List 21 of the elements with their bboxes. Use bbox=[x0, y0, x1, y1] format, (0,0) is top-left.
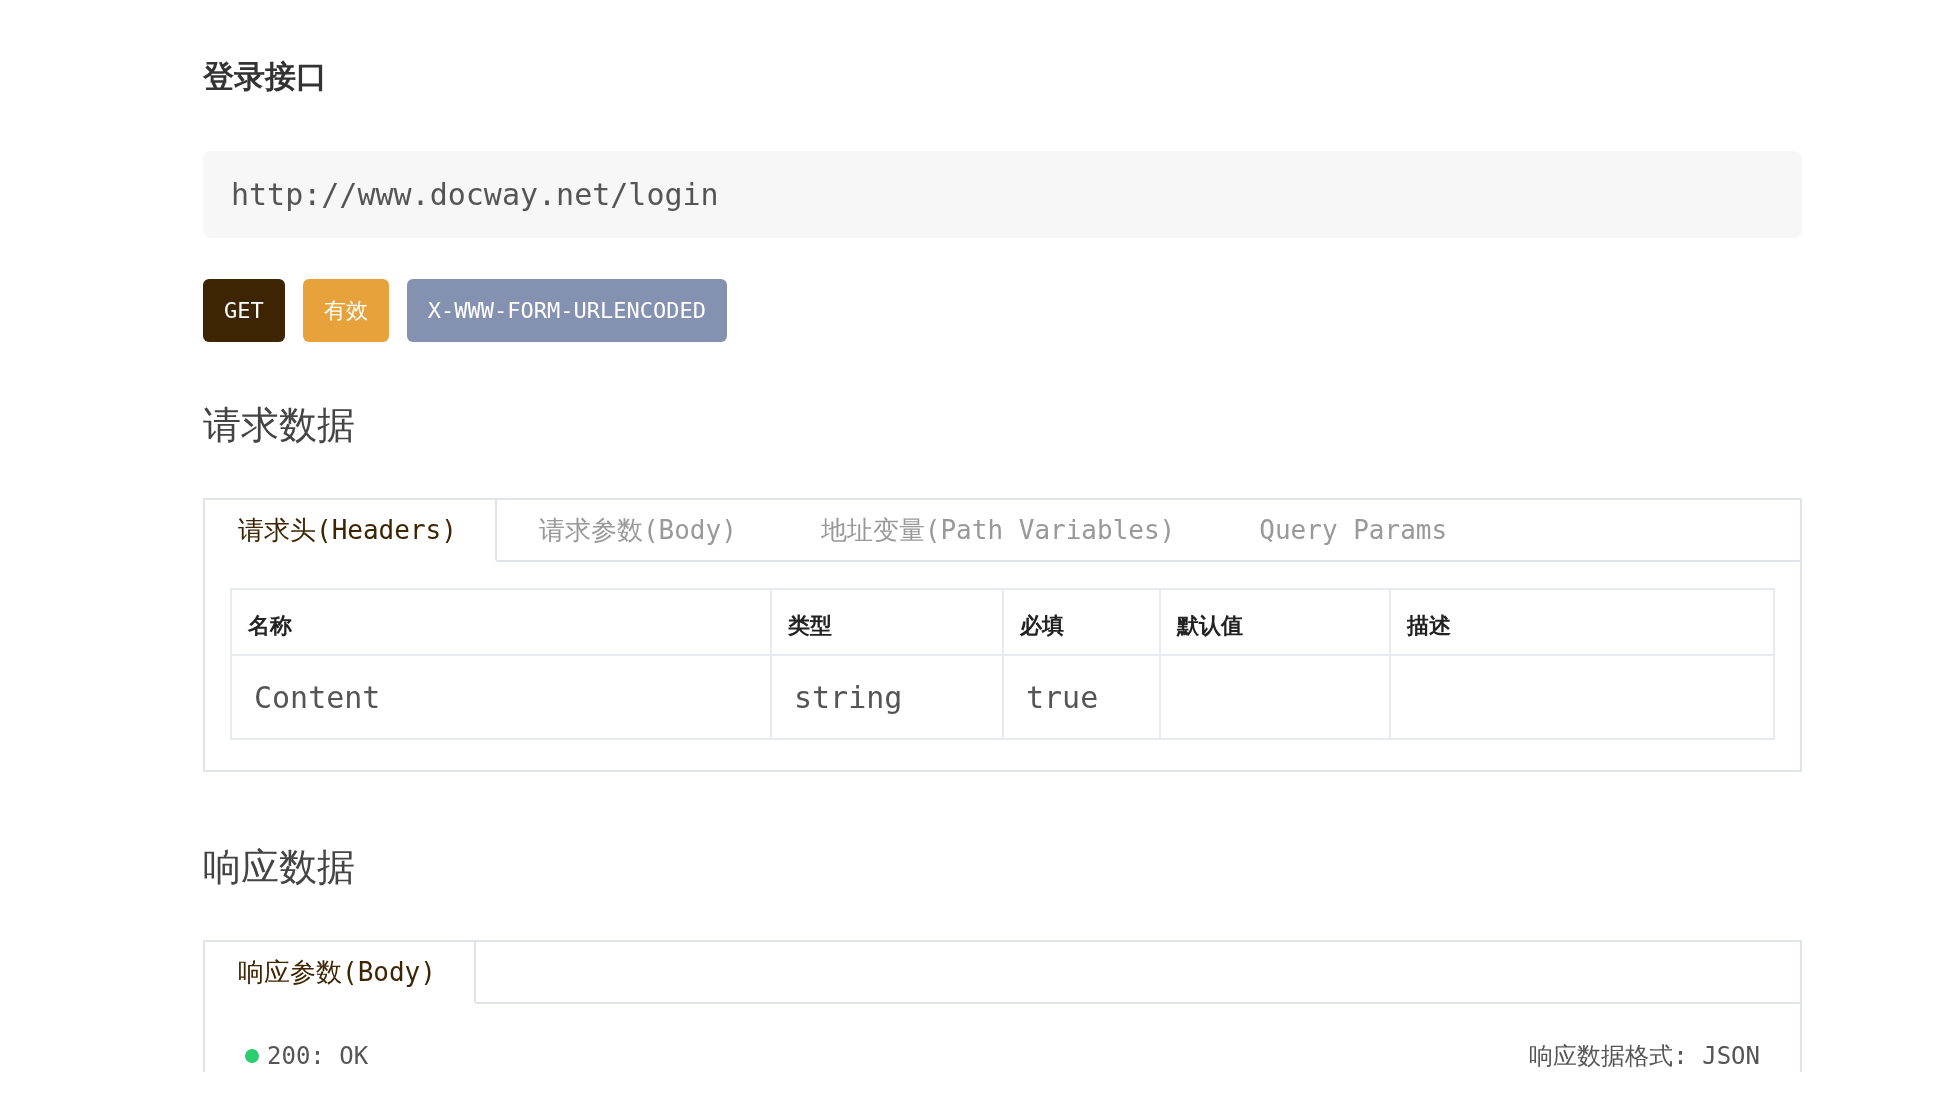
column-header: 类型 bbox=[771, 589, 1003, 655]
tab[interactable]: 地址变量(Path Variables) bbox=[778, 500, 1218, 562]
tag: X-WWW-FORM-URLENCODED bbox=[406, 279, 727, 342]
tab[interactable]: 请求参数(Body) bbox=[496, 500, 779, 562]
column-header: 默认值 bbox=[1160, 589, 1390, 655]
url-field: http://www.docway.net/login bbox=[203, 151, 1802, 238]
table-cell: string bbox=[794, 679, 903, 715]
tab[interactable]: Query Params bbox=[1217, 500, 1490, 562]
tag: GET bbox=[203, 279, 285, 342]
status-text: 200: OK bbox=[267, 1042, 369, 1070]
api-title: 登录接口 bbox=[203, 57, 328, 96]
tag: 有效 bbox=[302, 279, 389, 342]
table-cell: true bbox=[1026, 679, 1099, 715]
section-heading: 请求数据 bbox=[203, 402, 356, 449]
column-header: 描述 bbox=[1390, 589, 1774, 655]
table-cell: Content bbox=[254, 679, 381, 715]
column-header: 名称 bbox=[231, 589, 771, 655]
column-header: 必填 bbox=[1003, 589, 1160, 655]
format-text: 响应数据格式: JSON bbox=[1529, 1041, 1760, 1072]
section-heading: 响应数据 bbox=[203, 844, 356, 891]
status-dot bbox=[245, 1049, 259, 1063]
